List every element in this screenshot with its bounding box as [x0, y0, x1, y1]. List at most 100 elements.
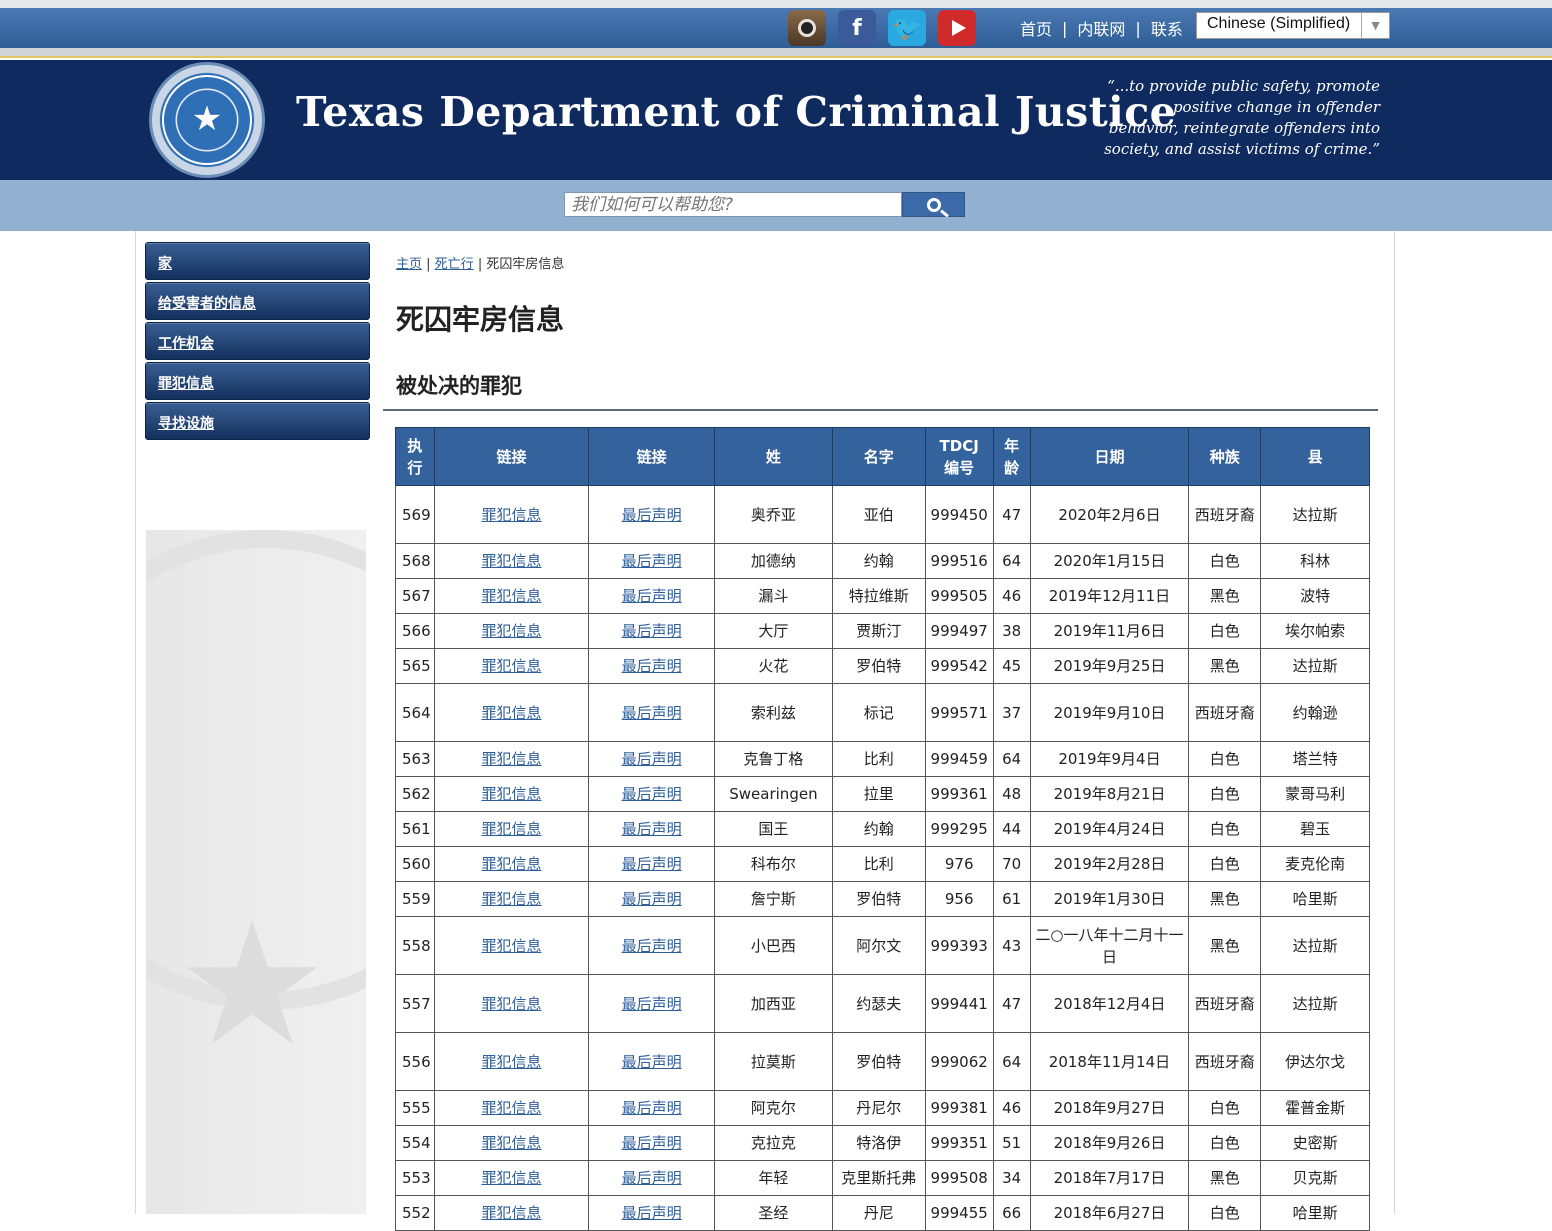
cell-link: 罪犯信息	[433, 741, 590, 777]
column-header-date[interactable]: 日期	[1029, 427, 1190, 486]
sidebar-item-offender-info[interactable]: 罪犯信息	[145, 362, 370, 400]
offender-info-link[interactable]: 罪犯信息	[481, 622, 541, 640]
youtube-icon[interactable]	[938, 10, 976, 46]
table-row: 567 罪犯信息 最后声明 漏斗 特拉维斯 999505 46 2019年12月11日 黑色 波特	[395, 578, 1370, 614]
last-statement-link[interactable]: 最后声明	[622, 704, 682, 722]
column-header-link[interactable]: 链接	[588, 427, 715, 486]
offender-info-link[interactable]: 罪犯信息	[481, 506, 541, 524]
last-statement-link[interactable]: 最后声明	[622, 995, 682, 1013]
cell-tdcj-number: 956	[924, 881, 994, 917]
cell-first-name: 罗伯特	[831, 648, 926, 684]
cell-date: 2018年9月27日	[1029, 1090, 1190, 1126]
last-statement-link[interactable]: 最后声明	[622, 855, 682, 873]
cell-county: 达拉斯	[1260, 648, 1370, 684]
cell-county: 碧玉	[1260, 811, 1370, 847]
sidebar-item-victims-info[interactable]: 给受害者的信息	[145, 282, 370, 320]
breadcrumb: 主页 | 死亡行 | 死囚牢房信息	[396, 253, 564, 272]
sidebar-item-find-facility[interactable]: 寻找设施	[145, 402, 370, 440]
cell-race: 黑色	[1188, 578, 1262, 614]
table-row: 566 罪犯信息 最后声明 大厅 贾斯汀 999497 38 2019年11月6日 白色 埃尔帕索	[395, 613, 1370, 649]
cell-date: 2019年9月4日	[1029, 741, 1190, 777]
last-statement-link[interactable]: 最后声明	[622, 587, 682, 605]
last-statement-link[interactable]: 最后声明	[622, 937, 682, 955]
last-statement-link[interactable]: 最后声明	[622, 552, 682, 570]
last-statement-link[interactable]: 最后声明	[622, 1053, 682, 1071]
last-statement-link[interactable]: 最后声明	[622, 1204, 682, 1222]
top-link-intranet[interactable]: 内联网	[1069, 16, 1133, 40]
last-statement-link[interactable]: 最后声明	[622, 622, 682, 640]
cell-link: 罪犯信息	[433, 543, 590, 579]
table-row: 569 罪犯信息 最后声明 奥乔亚 亚伯 999450 47 2020年2月6日 西班牙裔 达拉斯	[395, 485, 1370, 544]
top-link-contact[interactable]: 联系	[1143, 16, 1191, 40]
cell-date: 2018年9月26日	[1029, 1125, 1190, 1161]
offender-info-link[interactable]: 罪犯信息	[481, 937, 541, 955]
cell-county: 达拉斯	[1260, 916, 1370, 975]
cell-date: 2019年9月25日	[1029, 648, 1190, 684]
cell-first-name: 贾斯汀	[831, 613, 926, 649]
offender-info-link[interactable]: 罪犯信息	[481, 750, 541, 768]
instagram-icon[interactable]	[788, 10, 826, 46]
tdcj-seal-logo[interactable]: ★	[149, 62, 265, 178]
last-statement-link[interactable]: 最后声明	[622, 657, 682, 675]
cell-race: 白色	[1188, 1195, 1262, 1231]
sidebar-item-home[interactable]: 家	[145, 242, 370, 280]
column-header-age[interactable]: 年龄	[992, 427, 1031, 486]
cell-first-name: 阿尔文	[831, 916, 926, 975]
chevron-down-icon[interactable]: ▼	[1361, 13, 1389, 38]
language-select-value: Chinese (Simplified)	[1207, 15, 1351, 32]
column-header-execution[interactable]: 执行	[395, 427, 435, 486]
cell-date: 2018年12月4日	[1029, 974, 1190, 1033]
cell-last-name: 圣经	[713, 1195, 833, 1231]
column-header-last-name[interactable]: 姓	[713, 427, 833, 486]
last-statement-link[interactable]: 最后声明	[622, 785, 682, 803]
search-input[interactable]	[564, 192, 902, 217]
last-statement-link[interactable]: 最后声明	[622, 890, 682, 908]
last-statement-link[interactable]: 最后声明	[622, 506, 682, 524]
offender-info-link[interactable]: 罪犯信息	[481, 657, 541, 675]
cell-age: 38	[992, 613, 1031, 649]
cell-date: 二○一八年十二月十一日	[1029, 916, 1190, 975]
offender-info-link[interactable]: 罪犯信息	[481, 704, 541, 722]
last-statement-link[interactable]: 最后声明	[622, 750, 682, 768]
offender-info-link[interactable]: 罪犯信息	[481, 587, 541, 605]
column-header-race[interactable]: 种族	[1188, 427, 1262, 486]
offender-info-link[interactable]: 罪犯信息	[481, 1169, 541, 1187]
offender-info-link[interactable]: 罪犯信息	[481, 785, 541, 803]
offender-info-link[interactable]: 罪犯信息	[481, 890, 541, 908]
offender-info-link[interactable]: 罪犯信息	[481, 1053, 541, 1071]
cell-link: 罪犯信息	[433, 1032, 590, 1091]
column-header-first-name[interactable]: 名字	[831, 427, 926, 486]
cell-tdcj-number: 999441	[924, 974, 994, 1033]
last-statement-link[interactable]: 最后声明	[622, 1169, 682, 1187]
last-statement-link[interactable]: 最后声明	[622, 1099, 682, 1117]
cell-date: 2020年2月6日	[1029, 485, 1190, 544]
offender-info-link[interactable]: 罪犯信息	[481, 1134, 541, 1152]
offender-info-link[interactable]: 罪犯信息	[481, 1204, 541, 1222]
column-header-county[interactable]: 县	[1260, 427, 1370, 486]
sidebar-item-jobs[interactable]: 工作机会	[145, 322, 370, 360]
column-header-tdcj-number[interactable]: TDCJ 编号	[924, 427, 994, 486]
top-link-home[interactable]: 首页	[1012, 16, 1060, 40]
twitter-icon[interactable]: 🐦	[888, 10, 926, 46]
offender-info-link[interactable]: 罪犯信息	[481, 995, 541, 1013]
offender-info-link[interactable]: 罪犯信息	[481, 820, 541, 838]
cell-county: 贝克斯	[1260, 1160, 1370, 1196]
language-select[interactable]: Chinese (Simplified) ▼	[1196, 12, 1390, 39]
facebook-icon[interactable]: f	[838, 10, 876, 46]
column-header-link[interactable]: 链接	[433, 427, 590, 486]
cell-race: 黑色	[1188, 916, 1262, 975]
cell-tdcj-number: 999295	[924, 811, 994, 847]
sidebar-nav: 家 给受害者的信息 工作机会 罪犯信息 寻找设施	[145, 242, 370, 442]
last-statement-link[interactable]: 最后声明	[622, 820, 682, 838]
breadcrumb-death-row[interactable]: 死亡行	[435, 257, 474, 272]
offender-info-link[interactable]: 罪犯信息	[481, 552, 541, 570]
cell-link: 最后声明	[588, 613, 715, 649]
last-statement-link[interactable]: 最后声明	[622, 1134, 682, 1152]
offender-info-link[interactable]: 罪犯信息	[481, 855, 541, 873]
offender-info-link[interactable]: 罪犯信息	[481, 1099, 541, 1117]
page-title: 死囚牢房信息	[396, 303, 565, 336]
breadcrumb-home[interactable]: 主页	[396, 257, 422, 272]
search-button[interactable]	[902, 192, 965, 217]
cell-execution: 560	[395, 846, 435, 882]
cell-tdcj-number: 999455	[924, 1195, 994, 1231]
